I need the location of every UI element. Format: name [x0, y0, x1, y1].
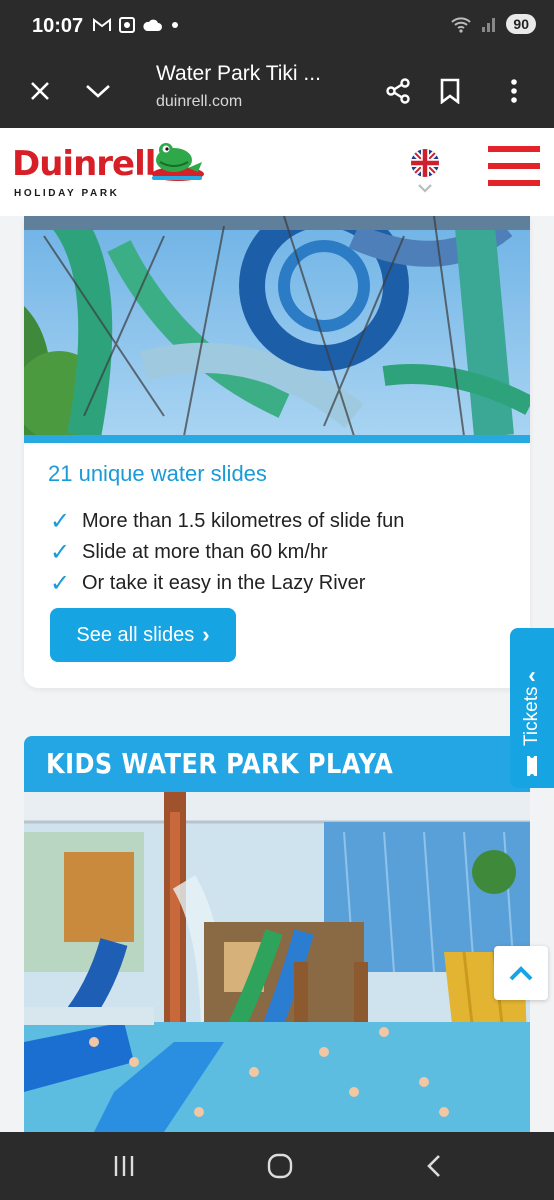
status-icons-left: [92, 16, 182, 34]
checkmark-icon: ✓: [50, 570, 71, 597]
water-slides-card: 21 unique water slides ✓ More than 1.5 ki…: [24, 216, 530, 688]
more-vertical-icon[interactable]: [496, 73, 532, 109]
list-item: ✓ Slide at more than 60 km/hr: [50, 537, 404, 568]
bullet-text: Or take it easy in the Lazy River: [82, 572, 366, 594]
chevron-left-icon: ‹: [528, 661, 536, 687]
duinrell-logo[interactable]: Duinrell HOLIDAY PARK: [10, 138, 210, 204]
recent-apps-icon[interactable]: [104, 1148, 144, 1184]
chevron-up-icon: [509, 966, 533, 981]
logo-subtitle: HOLIDAY PARK: [14, 188, 120, 199]
screen-record-icon: [119, 17, 135, 33]
page-content: 21 unique water slides ✓ More than 1.5 ki…: [0, 216, 554, 1132]
cloud-icon: [143, 19, 162, 31]
slides-title: 21 unique water slides: [48, 461, 267, 486]
tickets-tab[interactable]: Tickets ‹: [510, 628, 554, 788]
list-item: ✓ Or take it easy in the Lazy River: [50, 568, 404, 599]
system-navigation-bar: [0, 1132, 554, 1200]
slides-bullets: ✓ More than 1.5 kilometres of slide fun ✓…: [50, 506, 404, 599]
status-time: 10:07: [32, 15, 84, 37]
bookmark-icon[interactable]: [432, 73, 468, 109]
checkmark-icon: ✓: [50, 508, 71, 535]
share-icon[interactable]: [380, 73, 416, 109]
list-item: ✓ More than 1.5 kilometres of slide fun: [50, 506, 404, 537]
close-icon[interactable]: [22, 73, 58, 109]
scroll-to-top-button[interactable]: [494, 946, 548, 1000]
frog-mascot-icon: [152, 143, 204, 181]
ticket-icon: [527, 756, 537, 776]
see-all-slides-button[interactable]: See all slides ›: [50, 608, 236, 662]
kids-water-park-card: KIDS WATER PARK PLAYA: [24, 736, 530, 1132]
dot-icon: [172, 22, 178, 28]
kids-title: KIDS WATER PARK PLAYA: [46, 747, 394, 780]
page-url[interactable]: duinrell.com: [156, 93, 242, 111]
water-slides-image: [24, 216, 530, 436]
language-switcher[interactable]: [410, 148, 440, 193]
chevron-down-icon[interactable]: [80, 73, 116, 109]
button-label: See all slides: [76, 623, 195, 646]
tickets-text: Tickets: [521, 686, 542, 746]
page-title[interactable]: Water Park Tiki ...: [156, 62, 321, 86]
browser-toolbar: Water Park Tiki ... duinrell.com: [0, 54, 554, 128]
home-icon[interactable]: [260, 1148, 300, 1184]
tickets-label-wrap: Tickets ‹: [510, 628, 554, 788]
wifi-5-icon: [451, 17, 472, 33]
checkmark-icon: ✓: [50, 539, 71, 566]
kids-banner: KIDS WATER PARK PLAYA: [24, 736, 530, 792]
status-icons-right: 90: [450, 14, 536, 34]
site-header: Duinrell HOLIDAY PARK: [0, 128, 554, 216]
signal-icon: [482, 18, 496, 32]
battery-level: 90: [506, 14, 536, 34]
accent-bar: [24, 435, 530, 443]
bullet-text: Slide at more than 60 km/hr: [82, 541, 328, 563]
logo-word: Duinrell: [12, 144, 156, 184]
chevron-right-icon: ›: [202, 622, 210, 647]
back-icon[interactable]: [414, 1148, 454, 1184]
bullet-text: More than 1.5 kilometres of slide fun: [82, 510, 405, 532]
hamburger-icon[interactable]: [488, 146, 540, 190]
status-bar: 10:07 90: [0, 0, 554, 54]
uk-flag-icon: [411, 149, 439, 177]
chevron-down-icon: [418, 184, 432, 193]
gmail-icon: [93, 18, 111, 31]
kids-water-park-image: [24, 792, 530, 1132]
